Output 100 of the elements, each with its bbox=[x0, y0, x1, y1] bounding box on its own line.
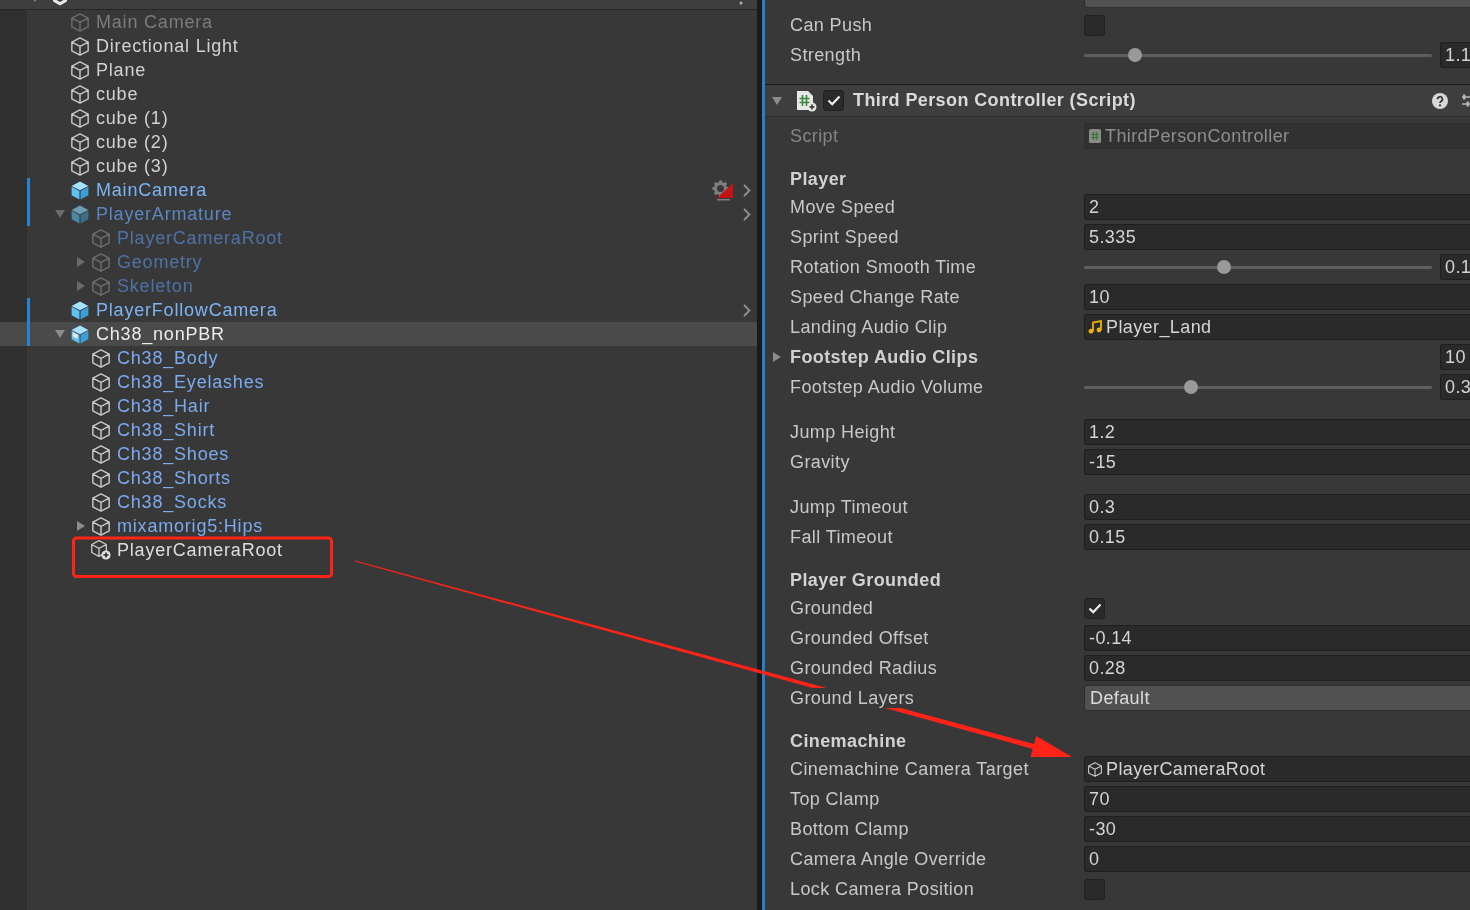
music-note-icon bbox=[1088, 320, 1102, 334]
help-icon[interactable] bbox=[1432, 92, 1448, 109]
cube-icon bbox=[92, 444, 110, 464]
object-name: Ch38_Eyelashes bbox=[117, 372, 265, 392]
triangle-down-icon[interactable] bbox=[55, 210, 65, 218]
cube-icon bbox=[71, 60, 89, 80]
number-field[interactable]: -15 bbox=[1084, 449, 1470, 475]
object-name: Ch38_Socks bbox=[117, 492, 228, 512]
cube-icon bbox=[92, 228, 110, 248]
object-name: Main Camera bbox=[96, 12, 213, 32]
triangle-down-icon[interactable] bbox=[772, 96, 782, 105]
number-field[interactable]: 0.15 bbox=[1084, 524, 1470, 550]
cube-icon bbox=[92, 516, 110, 536]
component-header[interactable]: Third Person Controller (Script) bbox=[765, 84, 1470, 117]
number-field[interactable]: 1.2 bbox=[1084, 419, 1470, 445]
object-name: Ch38_Shoes bbox=[117, 444, 230, 464]
object-name: cube bbox=[96, 84, 139, 104]
object-name: cube (3) bbox=[96, 156, 169, 176]
number-field[interactable]: -0.14 bbox=[1084, 625, 1470, 651]
number-field[interactable]: 0.1 bbox=[1440, 254, 1470, 280]
number-field[interactable]: 1.1 bbox=[1440, 42, 1470, 68]
solid-cube-icon bbox=[71, 300, 89, 320]
solid-cube-icon bbox=[71, 204, 89, 224]
component-title: Third Person Controller (Script) bbox=[853, 89, 1136, 112]
cube-icon bbox=[71, 156, 89, 176]
cube-icon bbox=[71, 132, 89, 152]
field-label: Script bbox=[790, 124, 840, 148]
solid-cube-icon bbox=[71, 180, 89, 200]
chevron-right-icon[interactable] bbox=[743, 183, 751, 197]
cube-icon bbox=[71, 12, 89, 32]
object-name: Skeleton bbox=[117, 276, 194, 296]
number-field[interactable]: 0.28 bbox=[1084, 655, 1470, 681]
slider-track[interactable] bbox=[1084, 379, 1432, 395]
cube-icon bbox=[71, 84, 89, 104]
slider-track[interactable] bbox=[1084, 259, 1432, 275]
checkmark-icon bbox=[1087, 602, 1102, 614]
hash-icon bbox=[1089, 129, 1101, 143]
triangle-right-icon[interactable] bbox=[77, 521, 85, 531]
triangle-right-icon[interactable] bbox=[77, 281, 85, 291]
cube-icon bbox=[71, 36, 89, 56]
checkbox[interactable] bbox=[1084, 878, 1105, 900]
checkbox[interactable] bbox=[1084, 14, 1105, 36]
checkbox[interactable] bbox=[823, 90, 844, 111]
cube-icon bbox=[92, 348, 110, 368]
field-label: Ground Layers bbox=[790, 687, 915, 708]
object-name: Plane bbox=[96, 60, 147, 80]
array-size-field[interactable]: 10 bbox=[1440, 344, 1470, 370]
section-header: Player bbox=[790, 167, 847, 191]
cube-icon bbox=[92, 468, 110, 488]
object-name: PlayerFollowCamera bbox=[96, 300, 278, 320]
number-field[interactable]: 10 bbox=[1084, 284, 1470, 310]
object-name: cube (2) bbox=[96, 132, 169, 152]
cube-icon bbox=[92, 276, 110, 296]
object-name: PlayerCameraRoot bbox=[117, 228, 283, 248]
cube-icon bbox=[92, 420, 110, 440]
cube-tag-icon bbox=[71, 324, 89, 344]
object-name: mixamorig5:Hips bbox=[117, 516, 264, 536]
object-field[interactable]: PlayerCameraRoot bbox=[1084, 756, 1470, 782]
cube-icon bbox=[92, 492, 110, 512]
object-name: PlayerCameraRoot bbox=[117, 540, 283, 560]
slider-track[interactable] bbox=[1084, 47, 1432, 63]
triangle-right-icon[interactable] bbox=[77, 257, 85, 267]
checkmark-icon bbox=[826, 95, 841, 106]
number-field[interactable]: 5.335 bbox=[1084, 224, 1470, 250]
object-field[interactable]: Player_Land bbox=[1084, 314, 1470, 340]
slider-thumb[interactable] bbox=[1183, 380, 1198, 394]
number-field[interactable]: -30 bbox=[1084, 816, 1470, 842]
triangle-right-icon[interactable] bbox=[773, 352, 781, 362]
object-name: cube (1) bbox=[96, 108, 169, 128]
script-file-icon bbox=[795, 89, 817, 112]
slider-thumb[interactable] bbox=[1128, 48, 1143, 62]
object-name: PlayerArmature bbox=[96, 204, 233, 224]
object-name: Geometry bbox=[117, 252, 203, 272]
section-header: Cinemachine bbox=[790, 729, 907, 753]
cube-icon bbox=[92, 252, 110, 272]
triangle-down-icon[interactable] bbox=[55, 330, 65, 338]
object-name: Ch38_Body bbox=[117, 348, 219, 368]
slider-thumb[interactable] bbox=[1216, 260, 1231, 274]
object-name: MainCamera bbox=[96, 180, 208, 200]
chevron-right-icon[interactable] bbox=[743, 207, 751, 221]
dropdown[interactable]: Default bbox=[1084, 685, 1470, 711]
cube-plus-icon bbox=[91, 540, 111, 560]
object-name: Ch38_nonPBR bbox=[96, 324, 225, 344]
object-name: Ch38_Shirt bbox=[117, 420, 216, 440]
number-field[interactable]: 70 bbox=[1084, 786, 1470, 812]
number-field[interactable]: 2 bbox=[1084, 194, 1470, 220]
object-name: Ch38_Hair bbox=[117, 396, 211, 416]
cube-icon bbox=[92, 396, 110, 416]
object-name: Ch38_Shorts bbox=[117, 468, 231, 488]
cube-icon bbox=[1088, 761, 1102, 777]
cube-icon bbox=[71, 108, 89, 128]
checkbox[interactable] bbox=[1084, 597, 1105, 619]
number-field[interactable]: 0.3 bbox=[1440, 374, 1470, 400]
sliders-icon[interactable] bbox=[1462, 93, 1470, 108]
object-name: Directional Light bbox=[96, 36, 239, 56]
number-field[interactable]: 0 bbox=[1084, 846, 1470, 872]
number-field[interactable]: 0.3 bbox=[1084, 494, 1470, 520]
chevron-right-icon[interactable] bbox=[743, 303, 751, 317]
cube-icon bbox=[92, 372, 110, 392]
section-header: Player Grounded bbox=[790, 568, 942, 592]
